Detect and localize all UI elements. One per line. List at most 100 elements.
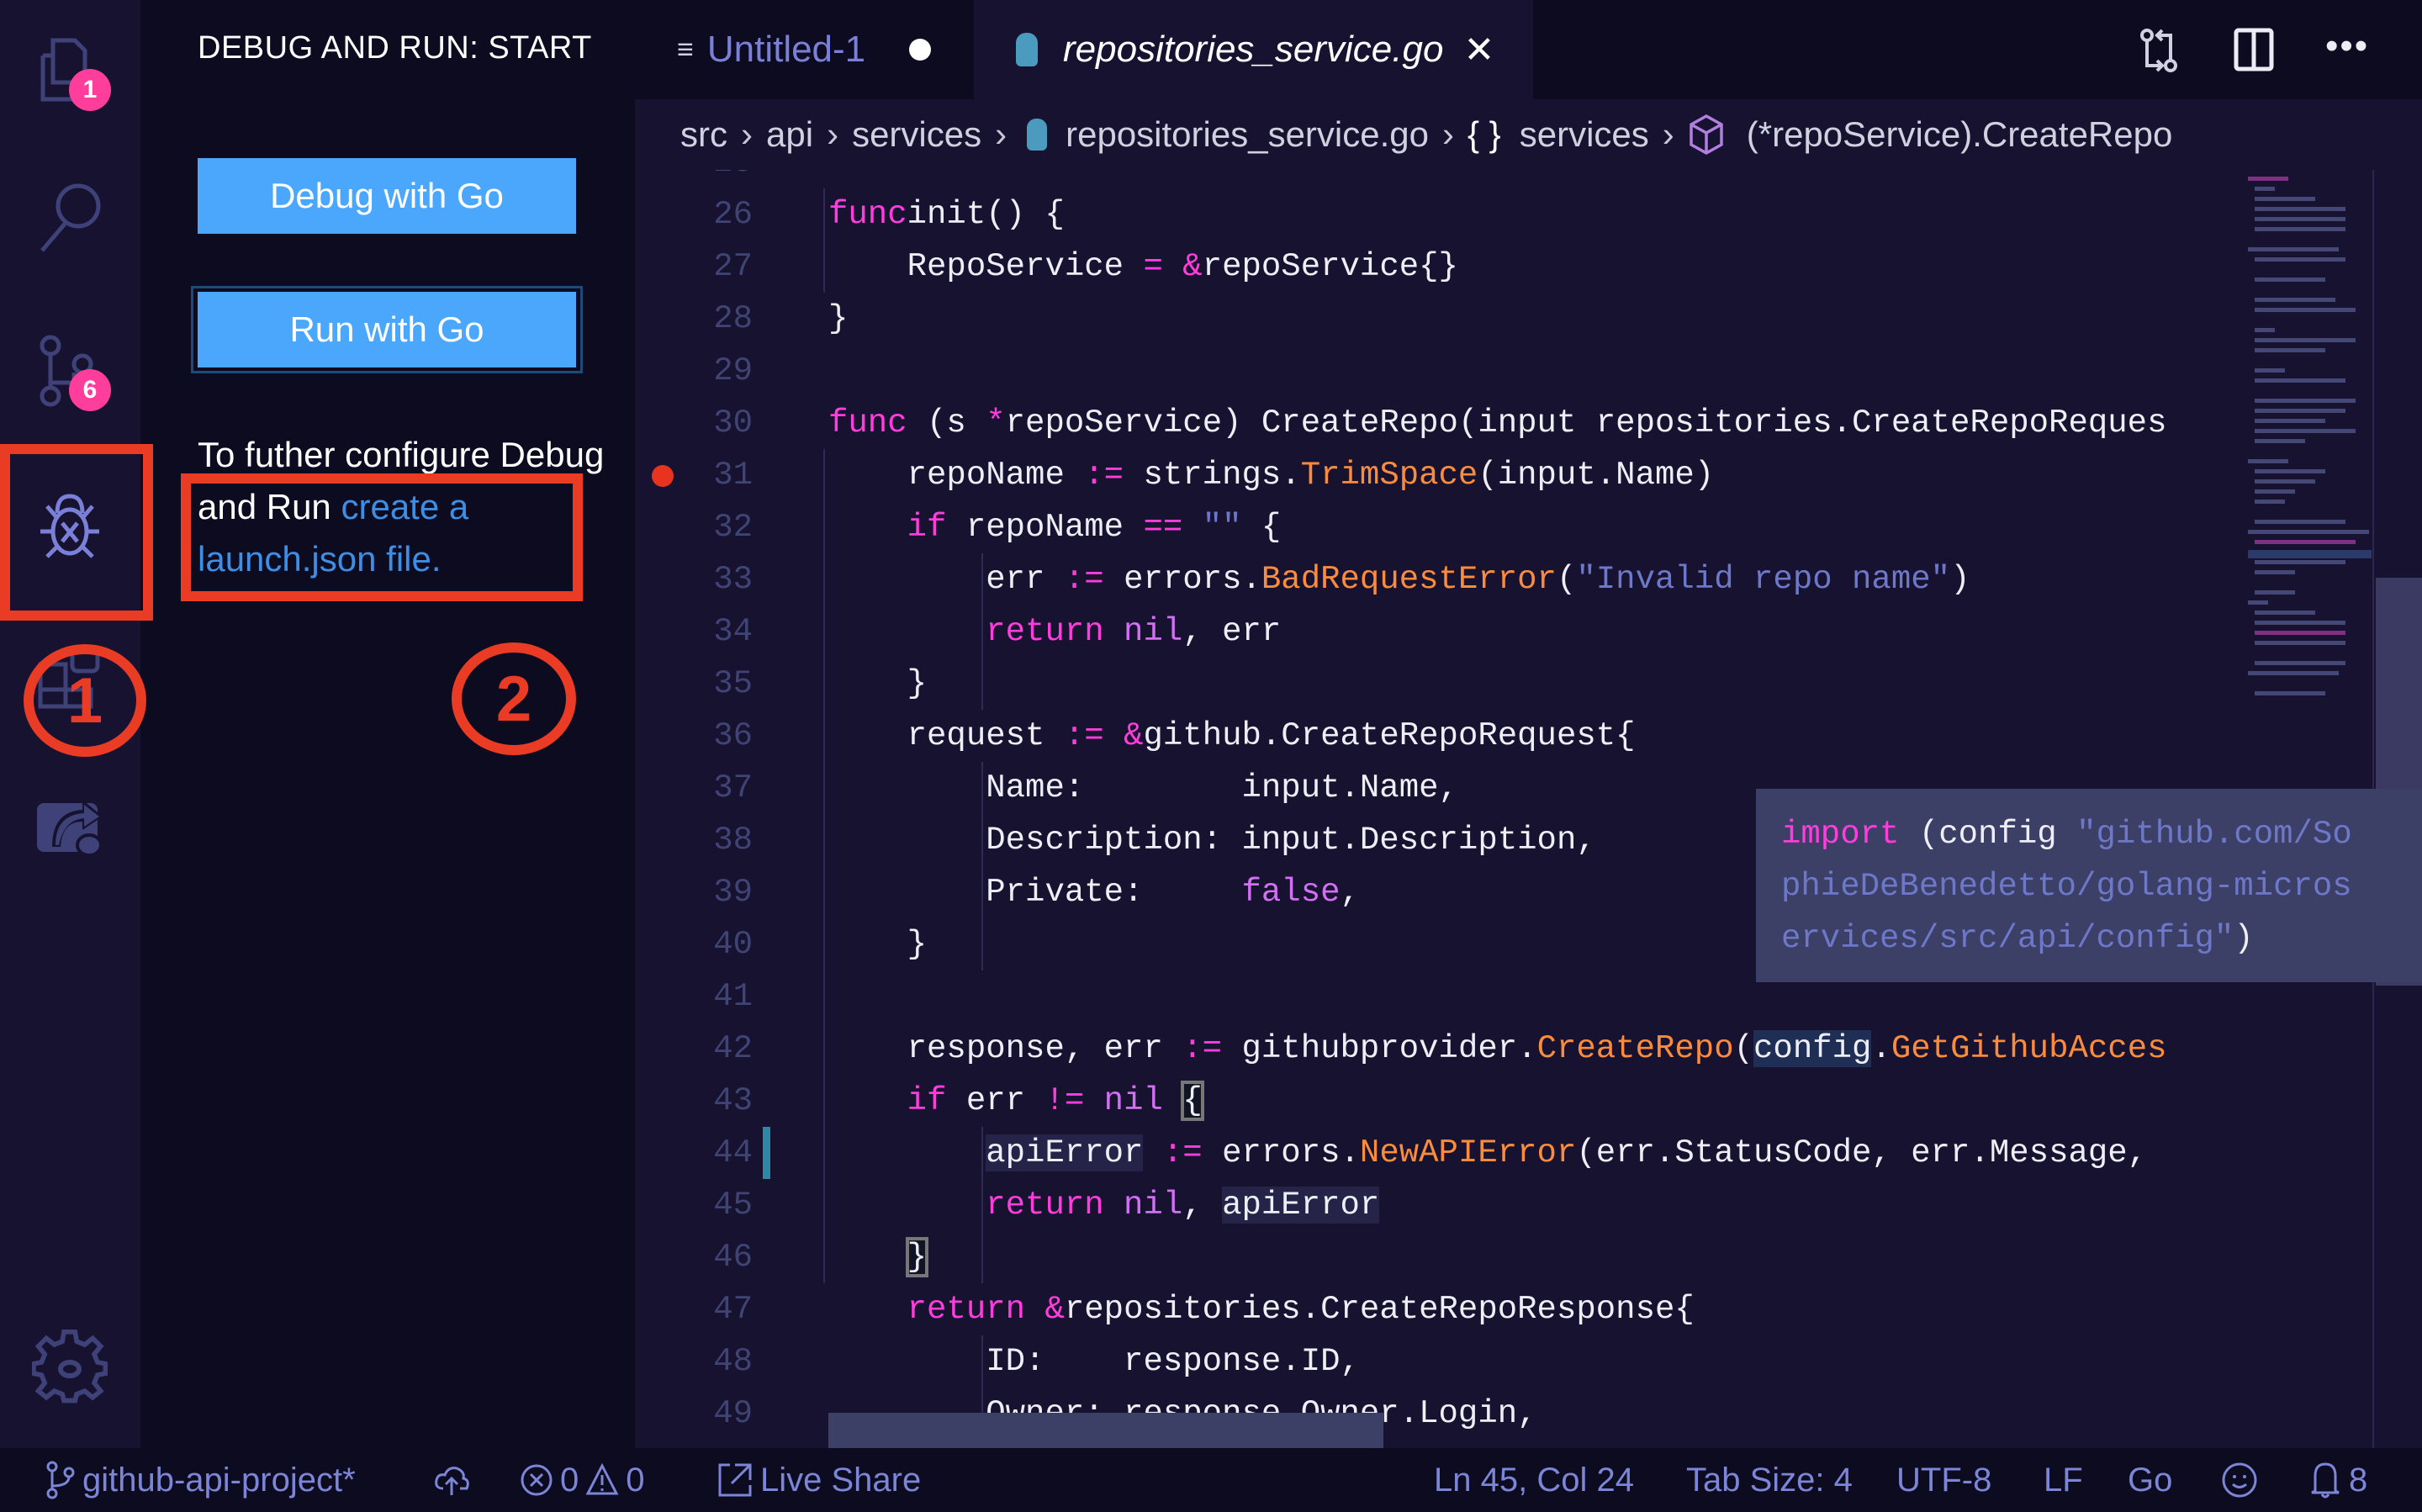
hover-line: ervices/src/api/config") [1781,920,2254,957]
compare-changes-button[interactable] [2139,27,2181,78]
line-number: 30 [713,404,753,441]
notifications-button[interactable]: 8 [2308,1448,2367,1512]
indent-guide [823,449,825,1283]
code-line[interactable]: 44 apiError := errors.NewAPIError(err.St… [635,1127,2250,1179]
error-icon [521,1464,553,1496]
breakpoint-icon[interactable] [652,465,674,487]
line-number: 46 [713,1239,753,1276]
activity-search[interactable] [32,177,108,252]
minimap-line [2255,197,2315,201]
minimap-line [2255,631,2345,635]
code-text: Private: false, [828,874,1360,911]
breadcrumb-item[interactable]: (*repoService).CreateRepo [1747,114,2173,155]
minimap-line [2255,308,2356,312]
line-number: 39 [713,874,753,911]
explorer-badge: 1 [69,69,111,111]
more-actions-icon[interactable]: ••• [2325,25,2369,67]
code-text: RepoService = &repoService{} [828,248,1458,285]
minimap-line [2255,378,2345,383]
branch-indicator[interactable]: github-api-project* [45,1448,356,1512]
horizontal-scrollbar-thumb[interactable] [828,1413,1383,1448]
encoding[interactable]: UTF-8 [1896,1448,1991,1512]
line-number: 28 [713,300,753,337]
code-line[interactable]: 29 [635,345,2250,397]
code-line[interactable]: 47 return &repositories.CreateRepoRespon… [635,1283,2250,1335]
split-editor-button[interactable] [2233,27,2275,78]
tab-repositories-service-go[interactable]: repositories_service.go ✕ [974,0,1533,99]
settings-button[interactable] [32,1329,108,1404]
live-share-status-icon [718,1463,752,1497]
tab-bar: ≡ Untitled-1 repositories_service.go ✕ •… [635,0,2422,99]
indent-guide [981,1127,983,1283]
problems-indicator[interactable]: 0 0 [520,1448,645,1512]
line-number: 38 [713,822,753,859]
code-line[interactable]: 34 return nil, err [635,605,2250,658]
minimap-line [2255,207,2345,211]
activity-source-control[interactable]: 6 [32,332,111,411]
code-line[interactable]: 30 func (s *repoService) CreateRepo(input… [635,397,2250,449]
warning-icon [585,1463,619,1495]
breadcrumb: src › api › services › repositories_serv… [635,99,2422,170]
debug-with-go-button[interactable]: Debug with Go [198,158,576,234]
minimap-line [2255,540,2356,544]
close-tab-icon[interactable]: ✕ [1463,29,1494,71]
breadcrumb-item[interactable]: services [1520,114,1649,155]
code-text: return nil, err [828,613,1282,650]
code-line[interactable]: 28} [635,293,2250,345]
activity-live-share[interactable] [32,786,108,862]
modified-gutter-indicator [763,1127,770,1179]
line-number: 44 [713,1134,753,1171]
breadcrumb-item[interactable]: repositories_service.go [1066,114,1429,155]
code-line[interactable]: 32 if repoName == "" { [635,501,2250,553]
code-text: repoName := strings.TrimSpace(input.Name… [828,457,1715,494]
minimap-line [2255,227,2345,231]
line-number: 27 [713,248,753,285]
status-bar: github-api-project* 0 0 Live Share Ln 45… [0,1448,2422,1512]
language-mode[interactable]: Go [2128,1448,2172,1512]
minimap-line [2255,429,2356,433]
split-editor-icon [2234,28,2274,71]
sidebar-title: DEBUG AND RUN: START [198,30,592,66]
minimap-line [2255,469,2325,473]
code-line[interactable]: 31 repoName := strings.TrimSpace(input.N… [635,449,2250,501]
minimap-line [2248,671,2339,675]
tab-size[interactable]: Tab Size: 4 [1686,1448,1853,1512]
minimap-line [2255,217,2345,221]
code-text: if err != nil { [828,1081,1204,1121]
sync-button[interactable] [433,1448,470,1512]
code-line[interactable]: 43 if err != nil { [635,1075,2250,1127]
line-number: 26 [713,196,753,233]
code-line[interactable]: 33 err := errors.BadRequestError("Invali… [635,553,2250,605]
feedback-button[interactable] [2220,1448,2259,1512]
code-line[interactable]: 36 request := &github.CreateRepoRequest{ [635,710,2250,762]
line-ending[interactable]: LF [2044,1448,2083,1512]
activity-explorer[interactable]: 1 [32,32,111,111]
line-number: 37 [713,769,753,806]
search-icon [40,183,101,252]
notification-count: 8 [2349,1461,2368,1499]
line-number: 36 [713,717,753,754]
code-line[interactable]: 48 ID: response.ID, [635,1335,2250,1388]
code-line[interactable]: 45 return nil, apiError [635,1179,2250,1231]
tab-untitled-1[interactable]: ≡ Untitled-1 [677,0,963,99]
breadcrumb-item[interactable]: api [766,114,813,155]
code-text: return &repositories.CreateRepoResponse{ [828,1291,1695,1328]
breadcrumb-item[interactable]: src [680,114,727,155]
code-line[interactable]: 35 } [635,658,2250,710]
live-share-button[interactable]: Live Share [717,1448,921,1512]
code-text: } [828,300,849,337]
cursor-position[interactable]: Ln 45, Col 24 [1434,1448,1634,1512]
code-line[interactable]: 42 response, err := githubprovider.Creat… [635,1023,2250,1075]
minimap-line [2255,500,2285,504]
code-line[interactable]: 27 RepoService = &repoService{} [635,241,2250,293]
code-line[interactable]: 46 } [635,1231,2250,1283]
bell-icon [2311,1462,2340,1499]
line-number: 29 [713,352,753,389]
breadcrumb-item[interactable]: services [852,114,981,155]
warning-count: 0 [626,1461,645,1499]
minimap-line [2255,479,2315,484]
line-number: 40 [713,926,753,963]
minimap-line [2248,459,2288,463]
run-with-go-button[interactable]: Run with Go [198,292,576,367]
code-line[interactable]: 26 funcinit() { [635,188,2250,241]
